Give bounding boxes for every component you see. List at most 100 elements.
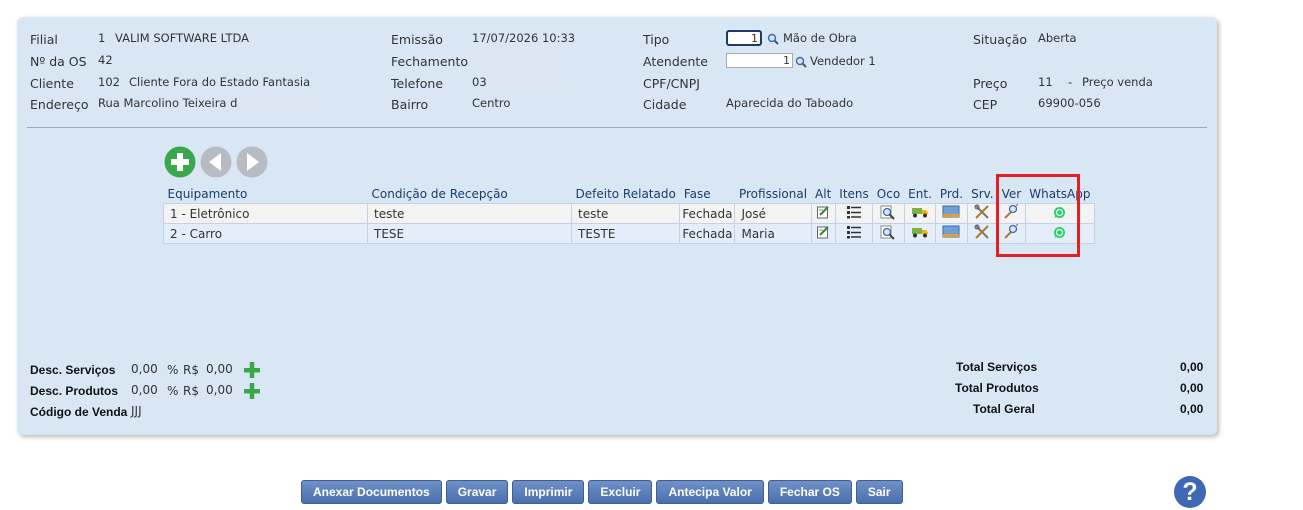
cep-label: CEP — [973, 97, 998, 112]
list-icon[interactable] — [834, 203, 874, 224]
add-icon[interactable] — [244, 362, 260, 378]
defeito-cell: TESTE — [570, 223, 681, 244]
bairro-label: Bairro — [391, 97, 429, 112]
equipment-table: Equipamento Condição de Recepção Defeito… — [163, 185, 1095, 244]
tipo-label: Tipo — [643, 32, 670, 47]
arrow-left-icon[interactable] — [200, 146, 232, 178]
search-icon[interactable] — [795, 56, 807, 68]
column-header: Condição de Recepção — [371, 187, 508, 201]
filial-code: 1 — [98, 31, 106, 45]
add-icon[interactable] — [244, 383, 260, 399]
cliente-code: 102 — [98, 75, 120, 89]
action-button-bar: Anexar Documentos Gravar Imprimir Exclui… — [301, 480, 903, 504]
situacao-label: Situação — [973, 32, 1028, 47]
column-header: Itens — [839, 187, 869, 201]
preco-label: Preço — [973, 76, 1008, 91]
tipo-input[interactable]: 1 — [726, 30, 762, 46]
total-produtos-value: 0,00 — [1180, 381, 1204, 395]
equipamento-cell: 1 - Eletrônico — [163, 203, 368, 224]
column-header: Srv. — [971, 187, 994, 201]
profissional-cell: Maria — [734, 223, 812, 244]
endereco-value: Rua Marcolino Teixeira de — [98, 96, 245, 110]
atendente-description: Vendedor 1 — [810, 54, 876, 68]
desc-servicos-value[interactable]: 0,00 — [206, 362, 233, 376]
tools-icon[interactable] — [966, 223, 999, 244]
tools-icon[interactable] — [966, 203, 999, 224]
column-header: Defeito Relatado — [575, 187, 676, 201]
product-icon[interactable] — [935, 223, 968, 244]
cidade-label: Cidade — [643, 97, 687, 112]
product-icon[interactable] — [935, 203, 968, 224]
condicao-cell: teste — [367, 203, 572, 224]
telefone-label: Telefone — [391, 76, 444, 91]
desc-produtos-value[interactable]: 0,00 — [206, 383, 233, 397]
table-row[interactable]: 1 - Eletrônico teste teste Fechada José — [163, 203, 1095, 224]
column-header: Fase — [683, 187, 711, 201]
equipamento-cell: 2 - Carro — [163, 223, 368, 244]
codigo-venda-label: Código de Venda — [30, 405, 128, 419]
currency-sign: R$ — [183, 363, 199, 377]
sair-button[interactable]: Sair — [855, 480, 903, 504]
desc-servicos-percent[interactable]: 0,00 — [131, 362, 158, 376]
percent-sign: % — [167, 384, 179, 398]
help-icon[interactable]: ? — [1174, 476, 1206, 508]
currency-sign: R$ — [183, 384, 199, 398]
add-circle-icon[interactable] — [164, 146, 196, 178]
column-header: Alt — [815, 187, 832, 201]
tipo-description: Mão de Obra — [783, 31, 857, 45]
search-icon[interactable] — [767, 33, 779, 45]
list-icon[interactable] — [834, 223, 874, 244]
truck-icon[interactable] — [903, 203, 937, 224]
desc-produtos-percent[interactable]: 0,00 — [131, 383, 158, 397]
preco-code: 11 — [1038, 75, 1053, 89]
table-row[interactable]: 2 - Carro TESE TESTE Fechada Maria — [163, 223, 1095, 244]
gravar-button[interactable]: Gravar — [445, 480, 509, 504]
desc-servicos-label: Desc. Serviços — [30, 363, 116, 377]
magnifier-icon[interactable] — [872, 223, 905, 244]
total-servicos-value: 0,00 — [1180, 360, 1204, 374]
whatsapp-highlight-box — [996, 174, 1080, 257]
column-header: Equipamento — [167, 187, 248, 201]
filial-label: Filial — [30, 32, 58, 47]
situacao-value: Aberta — [1038, 31, 1077, 45]
excluir-button[interactable]: Excluir — [588, 480, 653, 504]
imprimir-button[interactable]: Imprimir — [512, 480, 585, 504]
bairro-value: Centro — [472, 96, 511, 110]
redacted-area — [486, 72, 562, 90]
redacted-area — [470, 53, 560, 69]
fase-cell: Fechada — [679, 203, 736, 224]
magnifier-icon[interactable] — [872, 203, 905, 224]
cep-value: 69900-056 — [1038, 96, 1101, 110]
codigo-venda-value[interactable]: JJJ — [131, 404, 142, 418]
fechar-os-button[interactable]: Fechar OS — [767, 480, 852, 504]
edit-icon[interactable] — [810, 203, 836, 224]
desc-produtos-label: Desc. Produtos — [30, 384, 119, 398]
total-geral-label: Total Geral — [973, 402, 1035, 416]
total-servicos-label: Total Serviços — [956, 360, 1038, 374]
filial-name: VALIM SOFTWARE LTDA — [115, 31, 250, 45]
total-geral-value: 0,00 — [1180, 402, 1204, 416]
cidade-value: Aparecida do Taboado — [726, 96, 854, 110]
cliente-label: Cliente — [30, 76, 74, 91]
column-header: Oco — [876, 187, 901, 201]
anexar-documentos-button[interactable]: Anexar Documentos — [301, 480, 442, 504]
truck-icon[interactable] — [903, 223, 937, 244]
edit-icon[interactable] — [810, 223, 836, 244]
column-header: Profissional — [738, 187, 808, 201]
total-produtos-label: Total Produtos — [955, 381, 1039, 395]
antecipa-valor-button[interactable]: Antecipa Valor — [656, 480, 764, 504]
os-number-label: Nº da OS — [30, 54, 87, 69]
fechamento-label: Fechamento — [391, 54, 468, 69]
condicao-cell: TESE — [367, 223, 572, 244]
cpf-cnpj-label: CPF/CNPJ — [643, 76, 700, 91]
profissional-cell: José — [734, 203, 812, 224]
telefone-value: 03 — [472, 75, 487, 89]
cliente-name: Cliente Fora do Estado Fantasia — [129, 75, 311, 89]
emissao-value: 17/07/2026 10:33 — [472, 31, 576, 45]
defeito-cell: teste — [570, 203, 681, 224]
emissao-label: Emissão — [391, 32, 443, 47]
percent-sign: % — [167, 363, 179, 377]
arrow-right-icon[interactable] — [236, 146, 268, 178]
os-number-value: 42 — [98, 53, 113, 67]
atendente-input[interactable]: 1 — [726, 53, 793, 68]
